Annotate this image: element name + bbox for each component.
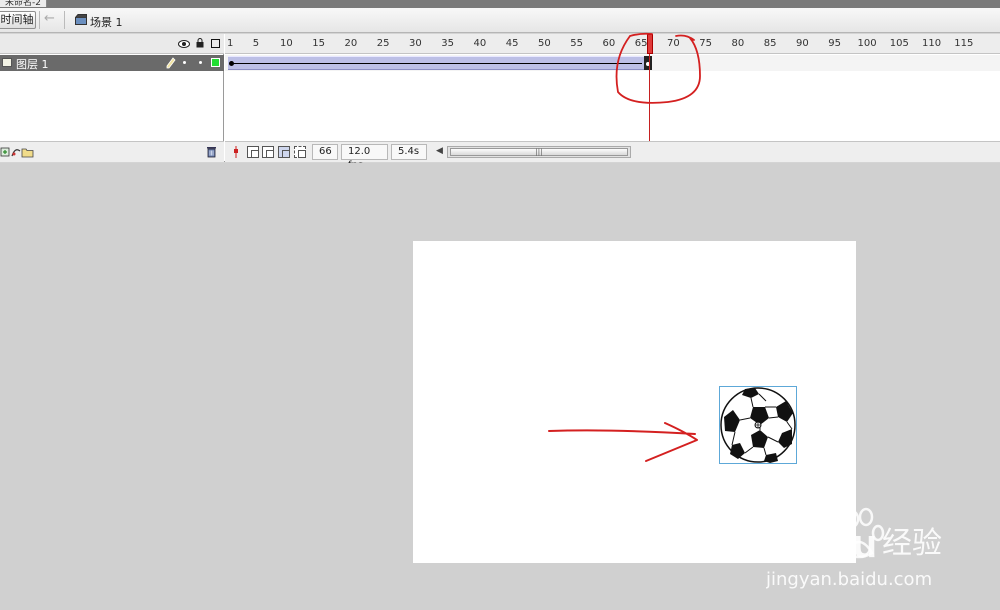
- playhead-line: [649, 54, 650, 141]
- start-keyframe[interactable]: [229, 61, 234, 66]
- timeline-panel: 图层 1 1 5 10 15 20 25 30 35 40 45 50 55 6…: [0, 34, 1000, 171]
- layer-buttons: [0, 147, 34, 158]
- edit-multiple-icon[interactable]: [278, 146, 290, 158]
- ruler-number: 80: [731, 38, 745, 49]
- soccer-ball-selection[interactable]: [719, 386, 797, 464]
- toolbar-divider: [64, 11, 65, 29]
- watermark-brand: Baidu: [766, 522, 877, 566]
- frame-row[interactable]: [225, 55, 1000, 71]
- ruler-number: 35: [441, 38, 455, 49]
- pencil-icon: [166, 57, 176, 69]
- outline-icon[interactable]: [211, 39, 220, 48]
- scroll-left-icon[interactable]: ◀: [436, 146, 443, 156]
- frames-pane: 1 5 10 15 20 25 30 35 40 45 50 55 60 65 70 75 80 85 90 95 10…: [225, 34, 1000, 171]
- ruler-number: 105: [889, 38, 909, 49]
- ruler-number: 85: [763, 38, 777, 49]
- lock-dot[interactable]: [199, 61, 202, 64]
- ruler-number: 25: [376, 38, 390, 49]
- document-tab[interactable]: 未命名-2: [0, 0, 47, 7]
- watermark-brand-cn: 经验: [882, 526, 942, 561]
- visibility-dot[interactable]: [183, 61, 186, 64]
- layers-header: [0, 34, 224, 54]
- current-frame-readout: 66: [312, 144, 338, 160]
- elapsed-time-readout: 5.4s: [391, 144, 427, 160]
- ruler-number: 55: [570, 38, 584, 49]
- ruler-number: 100: [857, 38, 877, 49]
- ruler-number: 15: [312, 38, 326, 49]
- trash-icon[interactable]: [206, 145, 217, 158]
- timeline-status-bar: 66 12.0 fps 5.4s ◀ |||: [225, 141, 1000, 171]
- playhead[interactable]: [647, 34, 653, 54]
- ruler-number: 90: [796, 38, 809, 49]
- onion-markers-icon[interactable]: [294, 146, 306, 158]
- stage-area: Baidu 经验 jingyan.baidu.com: [0, 163, 1000, 610]
- ruler-number: 70: [667, 38, 680, 49]
- flash-editor-window: 未命名-2 时间轴 ← 场景 1 图层 1 1 5 10 15 20 25 30…: [0, 0, 1000, 610]
- edit-bar: 时间轴 ← 场景 1: [0, 8, 1000, 33]
- lock-icon[interactable]: [196, 38, 204, 48]
- ruler-number: 5: [252, 38, 260, 49]
- center-frame-icon[interactable]: [233, 146, 239, 158]
- frame-rate-readout[interactable]: 12.0 fps: [341, 144, 388, 171]
- ruler-number: 65: [634, 38, 648, 49]
- ruler-number: 1: [227, 38, 234, 49]
- outline-color-swatch[interactable]: [211, 58, 220, 67]
- ruler-number: 40: [473, 38, 487, 49]
- ruler-number: 45: [505, 38, 519, 49]
- add-layer-icon[interactable]: [0, 147, 10, 157]
- scrollbar-thumb[interactable]: |||: [450, 148, 628, 156]
- document-tab-strip: 未命名-2: [0, 0, 1000, 8]
- frame-ruler[interactable]: 1 5 10 15 20 25 30 35 40 45 50 55 60 65 70 75 80 85 90 95 10…: [225, 34, 1000, 54]
- layers-footer: [0, 141, 224, 162]
- eye-icon[interactable]: [178, 40, 190, 48]
- ruler-number: 50: [538, 38, 551, 49]
- tween-arrow-line: [231, 63, 642, 64]
- hand-drawn-arrow: [548, 422, 698, 462]
- add-folder-icon[interactable]: [21, 148, 34, 158]
- scene-icon: [75, 14, 87, 25]
- timeline-toggle-button[interactable]: 时间轴: [0, 11, 36, 29]
- ruler-number: 115: [954, 38, 974, 49]
- watermark-url: jingyan.baidu.com: [766, 569, 932, 590]
- layer-row[interactable]: 图层 1: [0, 55, 224, 71]
- ruler-number: 20: [344, 38, 358, 49]
- baidu-watermark-logo: Baidu 经验 jingyan.baidu.com: [766, 507, 942, 590]
- ruler-number: 110: [922, 38, 942, 49]
- onion-outline-icon[interactable]: [262, 146, 274, 158]
- layers-pane: 图层 1: [0, 34, 224, 162]
- timeline-horizontal-scrollbar[interactable]: |||: [447, 146, 631, 158]
- layer-icon: [2, 58, 12, 67]
- onion-skin-icon[interactable]: [247, 146, 259, 158]
- ruler-number: 30: [409, 38, 422, 49]
- ruler-number: 10: [280, 38, 293, 49]
- ruler-number: 75: [699, 38, 713, 49]
- toolbar-divider: [39, 11, 40, 29]
- soccer-ball[interactable]: [720, 387, 796, 463]
- scene-label[interactable]: 场景 1: [90, 14, 123, 30]
- ruler-number: 60: [602, 38, 616, 49]
- layer-name[interactable]: 图层 1: [16, 56, 49, 72]
- add-guide-icon[interactable]: [11, 149, 21, 157]
- back-arrow-icon[interactable]: ←: [44, 11, 55, 26]
- ruler-number: 95: [828, 38, 842, 49]
